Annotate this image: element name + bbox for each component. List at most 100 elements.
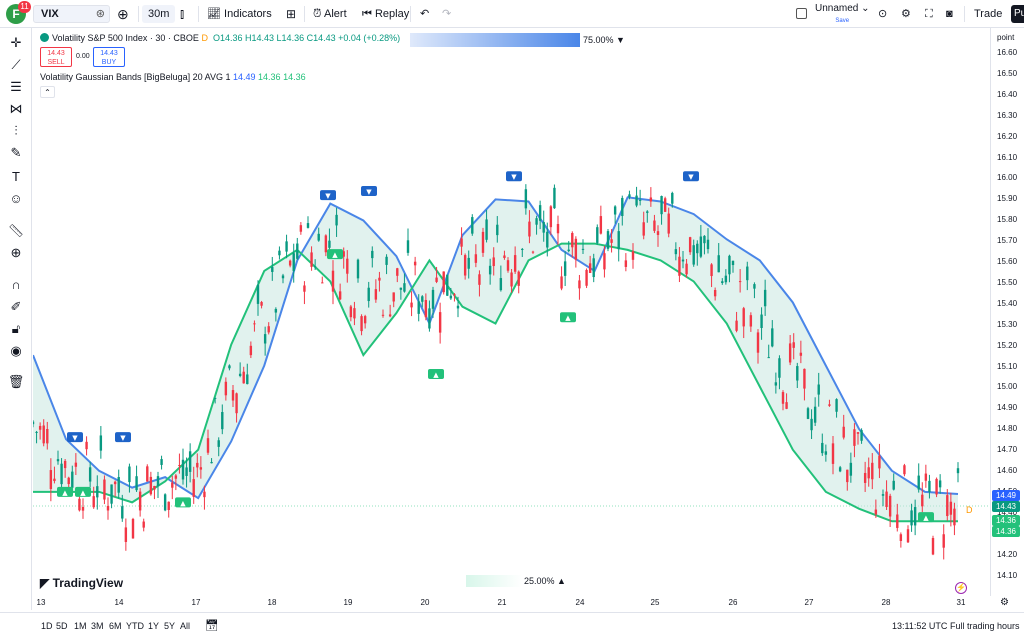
candle-body — [278, 250, 281, 256]
layout-name-button[interactable]: Unnamed ⌄ Save — [815, 4, 870, 26]
alert-button[interactable]: ⏰︎ Alert — [313, 5, 347, 23]
chart-canvas[interactable]: ▼ ▲ ▲ ▼ ▲ ▼ ▲ ▼ ▲ ▼ ▲ ▼ ▲ — [31, 28, 990, 596]
candle-body — [703, 235, 706, 244]
eye-icon[interactable]: ◉ — [6, 342, 26, 360]
candle-body — [585, 269, 588, 286]
time-tick: 17 — [191, 598, 201, 607]
utc-clock[interactable]: 13:11:52 UTC — [892, 621, 947, 631]
candle-body — [471, 217, 474, 234]
collapse-legend-icon[interactable]: ⌃ — [40, 86, 55, 98]
redo-icon[interactable]: ↷ — [442, 5, 451, 23]
candle-body — [38, 425, 42, 430]
range-button-6m[interactable]: 6M — [109, 621, 122, 631]
flash-icon[interactable]: ⚡ — [955, 582, 967, 594]
candle-body — [560, 276, 563, 289]
publish-button[interactable]: Pu — [1011, 5, 1024, 23]
compare-add-icon[interactable]: ⊕ — [117, 5, 129, 23]
time-axis[interactable]: 13 14 17 18 19 20 21 24 25 26 27 28 31 — [33, 596, 990, 610]
price-tick: 14.80 — [997, 424, 1018, 434]
buy-button[interactable]: 14.43 BUY — [93, 47, 125, 67]
time-tick: 31 — [956, 598, 966, 607]
candle-body — [160, 459, 163, 465]
layout-checkbox[interactable] — [796, 8, 807, 19]
candle-body — [171, 482, 174, 488]
main-legend[interactable]: Volatility S&P 500 Index · 30 · CBOE D O… — [40, 33, 400, 43]
visibility-dot-icon[interactable] — [40, 33, 49, 42]
indicators-button[interactable]: 📈︎ Indicators — [207, 5, 272, 23]
upper-opacity-bar[interactable] — [410, 33, 580, 47]
candle-body — [803, 368, 806, 389]
trash-icon[interactable]: 🗑︎ — [6, 373, 26, 391]
crosshair-icon[interactable]: ✛ — [6, 34, 26, 52]
signal-arrow-icon: ▲ — [433, 371, 439, 379]
replay-label: Replay — [374, 8, 410, 20]
quick-search-icon[interactable]: ⊙ — [878, 5, 887, 23]
range-button-1d[interactable]: 1D — [41, 621, 53, 631]
price-axis[interactable]: point 16.60 16.50 16.40 16.30 16.20 16.10 16.0… — [990, 28, 1024, 596]
candle-body — [360, 316, 363, 332]
candle-body — [367, 287, 370, 302]
candle-body — [253, 323, 256, 325]
timeframe-button[interactable]: 30m — [142, 5, 176, 23]
candle-body — [435, 277, 438, 282]
tradingview-logo[interactable]: ◤ TradingView — [40, 576, 123, 590]
candle-body — [499, 278, 503, 291]
candle-body — [621, 197, 624, 217]
candle-body — [46, 428, 49, 444]
range-button-ytd[interactable]: YTD — [126, 621, 144, 631]
price-tick: 15.40 — [997, 298, 1018, 308]
range-button-5y[interactable]: 5Y — [164, 621, 175, 631]
fullscreen-icon[interactable]: ⛶ — [925, 5, 933, 23]
chart-pane[interactable]: ▼ ▲ ▲ ▼ ▲ ▼ ▲ ▼ ▲ ▼ ▲ ▼ ▲ — [31, 28, 990, 596]
lock-icon[interactable]: 🔓︎ — [6, 320, 26, 338]
axis-settings-gear-icon[interactable]: ⚙ — [1000, 597, 1009, 608]
candle-body — [267, 326, 270, 333]
signal-arrow-icon: ▲ — [565, 314, 571, 322]
upper-opacity-label[interactable]: 75.00% ▼ — [583, 35, 625, 45]
alert-label: Alert — [324, 8, 347, 20]
lower-opacity-bar[interactable] — [466, 575, 522, 587]
candle-body — [696, 243, 699, 254]
trade-button[interactable]: Trade — [974, 5, 1002, 23]
range-button-1y[interactable]: 1Y — [148, 621, 159, 631]
candle-body — [221, 412, 224, 430]
lock-drawing-icon[interactable]: ✐ — [6, 298, 26, 316]
fib-retracement-icon[interactable]: ☰ — [6, 78, 26, 96]
range-button-1m[interactable]: 1M — [74, 621, 87, 631]
indicator-legend[interactable]: Volatility Gaussian Bands [BigBeluga] 20… — [40, 72, 306, 82]
session-selector[interactable]: Full trading hours — [950, 621, 1020, 631]
candle-body — [213, 397, 217, 399]
signal-arrow-icon: ▲ — [180, 499, 186, 507]
candle-body — [103, 479, 106, 500]
forecast-icon[interactable]: ⫶ — [6, 122, 26, 140]
zoom-in-icon[interactable]: ⊕ — [6, 244, 26, 262]
trend-line-icon[interactable]: ⟋ — [6, 56, 26, 74]
snapshot-camera-icon[interactable]: ◙ — [946, 5, 953, 23]
pattern-icon[interactable]: ⋈ — [6, 100, 26, 118]
ruler-icon[interactable]: 📏︎ — [6, 222, 26, 240]
range-button-5d[interactable]: 5D — [56, 621, 68, 631]
symbol-info-icon[interactable]: ⊛ — [96, 7, 105, 20]
layouts-grid-icon[interactable]: ⊞ — [286, 5, 296, 23]
settings-gear-icon[interactable]: ⚙ — [901, 5, 911, 23]
time-tick: 20 — [420, 598, 430, 607]
candle-body — [313, 266, 317, 268]
text-tool-icon[interactable]: T — [6, 168, 26, 186]
emoji-icon[interactable]: ☺ — [6, 190, 26, 208]
brush-icon[interactable]: ✎ — [6, 144, 26, 162]
candle-type-icon[interactable]: ⫾ — [180, 5, 184, 23]
range-button-3m[interactable]: 3M — [91, 621, 104, 631]
candle-body — [199, 467, 203, 470]
replay-button[interactable]: ⏮ Replay — [362, 5, 409, 23]
sell-button[interactable]: 14.43 SELL — [40, 47, 72, 67]
candle-body — [346, 258, 349, 274]
lower-opacity-label[interactable]: 25.00% ▲ — [524, 576, 566, 586]
undo-icon[interactable]: ↶ — [420, 5, 429, 23]
goto-date-icon[interactable]: 📅︎ — [205, 619, 219, 632]
symbol-search[interactable]: VIX ⊛ — [33, 5, 110, 23]
candle-body — [31, 421, 35, 425]
candle-body — [921, 494, 924, 507]
range-button-all[interactable]: All — [180, 621, 190, 631]
magnet-icon[interactable]: ∩ — [6, 276, 26, 294]
candle-body — [196, 462, 199, 468]
